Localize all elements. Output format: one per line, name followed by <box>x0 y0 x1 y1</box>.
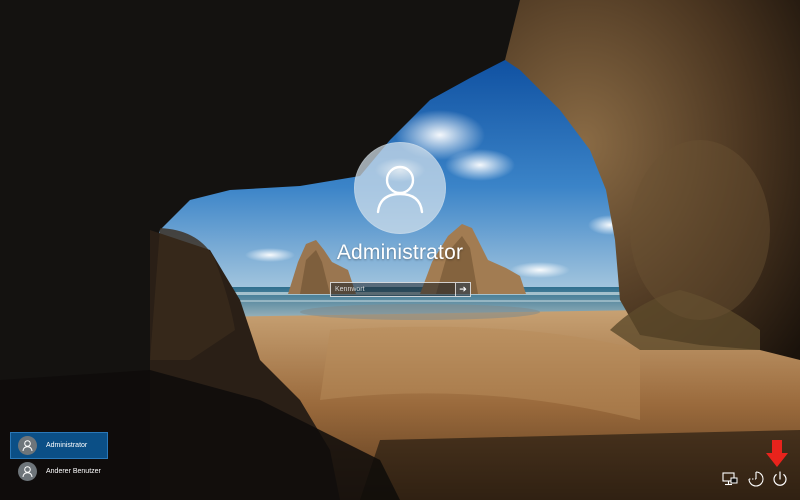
user-icon <box>18 462 37 481</box>
password-input[interactable] <box>330 282 456 297</box>
login-username: Administrator <box>336 241 464 264</box>
user-icon <box>18 436 37 455</box>
user-icon <box>376 165 424 214</box>
user-avatar <box>354 142 446 234</box>
user-item-administrator[interactable]: Administrator <box>10 432 108 459</box>
user-item-other-user[interactable]: Anderer Benutzer <box>11 459 107 484</box>
network-icon[interactable] <box>721 470 739 488</box>
system-icons-tray <box>721 470 791 488</box>
user-item-label: Anderer Benutzer <box>46 468 101 475</box>
submit-button[interactable]: ➔ <box>456 282 471 297</box>
user-item-label: Administrator <box>46 442 88 449</box>
ease-of-access-icon[interactable] <box>747 470 765 488</box>
red-arrow-down-icon <box>766 440 788 468</box>
arrow-right-icon: ➔ <box>459 284 467 294</box>
user-switcher: Administrator Anderer Benutzer <box>10 432 108 485</box>
password-box: ➔ <box>330 282 471 297</box>
power-icon[interactable] <box>771 470 789 488</box>
